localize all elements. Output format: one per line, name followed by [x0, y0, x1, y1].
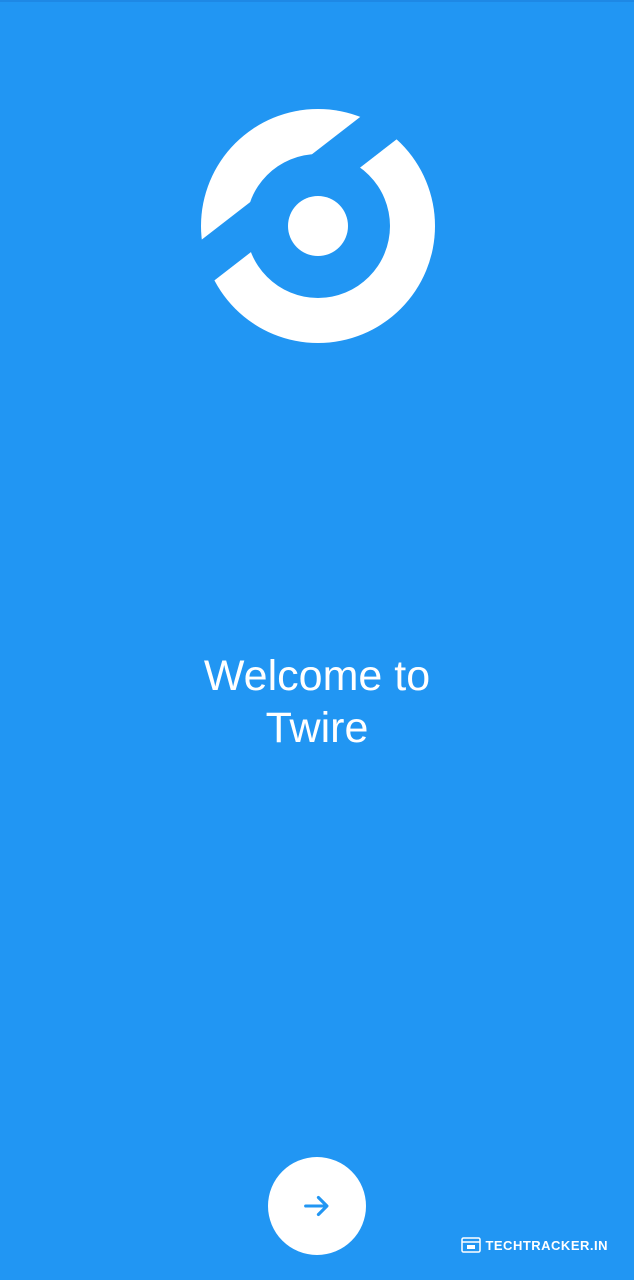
arrow-right-icon	[304, 1195, 329, 1217]
welcome-heading: Welcome to Twire	[0, 650, 634, 754]
watermark-text: TECHTRACKER.IN	[485, 1237, 608, 1253]
twire-logo-icon	[201, 109, 435, 343]
watermark: TECHTRACKER.IN	[461, 1237, 608, 1253]
status-bar-line	[0, 0, 634, 2]
welcome-line-2: Twire	[265, 704, 369, 752]
welcome-line-1: Welcome to	[203, 652, 431, 700]
browser-window-icon	[461, 1237, 482, 1253]
next-button[interactable]	[268, 1157, 366, 1255]
